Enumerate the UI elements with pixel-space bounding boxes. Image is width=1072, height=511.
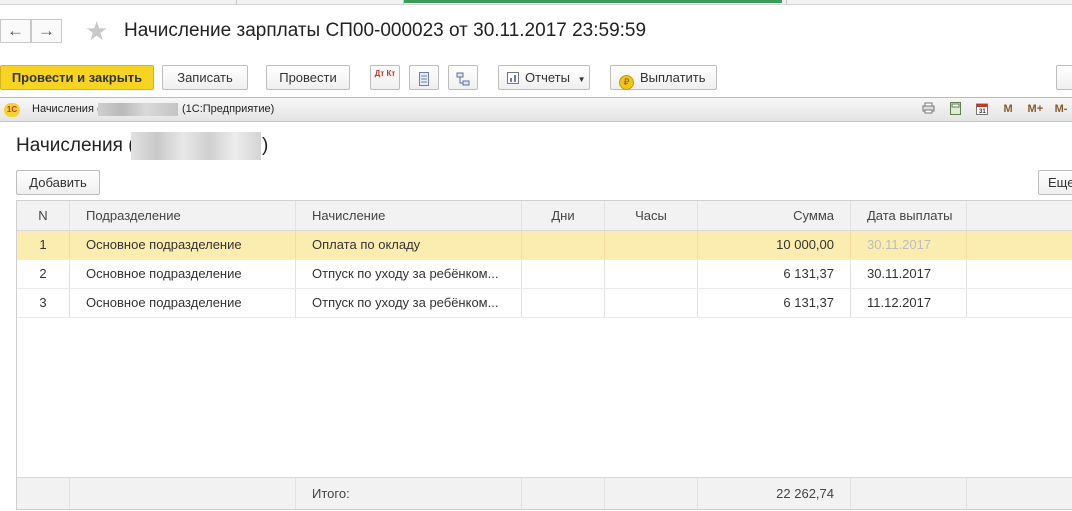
- window-toolbar-icons: 31 M M+ M-: [914, 102, 1068, 118]
- cell-department[interactable]: Основное подразделение: [70, 260, 296, 288]
- accruals-table: N Подразделение Начисление Дни Часы Сумм…: [16, 200, 1072, 510]
- register-records-button[interactable]: [409, 65, 439, 90]
- reports-label: Отчеты: [525, 70, 570, 85]
- table-header: N Подразделение Начисление Дни Часы Сумм…: [17, 201, 1072, 231]
- footer-cell: [605, 478, 698, 509]
- cell-amount[interactable]: 6 131,37: [698, 289, 851, 317]
- add-button[interactable]: Добавить: [16, 170, 100, 195]
- tab-separator: [236, 0, 237, 5]
- cell-empty: [967, 289, 1072, 317]
- document-window: ← → ★ Начисление зарплаты СП00-000023 от…: [0, 0, 1072, 511]
- footer-cell: [70, 478, 296, 509]
- back-arrow-icon: ←: [7, 21, 24, 40]
- column-header-department[interactable]: Подразделение: [70, 201, 296, 230]
- cell-days[interactable]: [522, 231, 605, 259]
- memory-m-icon[interactable]: M: [1001, 102, 1015, 116]
- window-header: 1С Начисления ( (1С:Предприятие) 31 M M+…: [0, 98, 1072, 122]
- table-footer: Итого: 22 262,74: [17, 477, 1072, 509]
- table-row[interactable]: 2 Основное подразделение Отпуск по уходу…: [17, 260, 1072, 289]
- cell-pay-date[interactable]: 11.12.2017: [851, 289, 967, 317]
- footer-cell: [17, 478, 70, 509]
- footer-cell: [522, 478, 605, 509]
- post-and-close-button[interactable]: Провести и закрыть: [0, 65, 154, 90]
- print-icon[interactable]: [922, 102, 936, 116]
- cell-accrual[interactable]: Отпуск по уходу за ребёнком...: [296, 260, 522, 288]
- cell-empty: [967, 260, 1072, 288]
- form-title: Начисления (: [16, 135, 135, 157]
- column-header-accrual[interactable]: Начисление: [296, 201, 522, 230]
- svg-text:31: 31: [979, 109, 986, 115]
- calendar-icon[interactable]: 31: [975, 102, 989, 116]
- tab-strip: [0, 0, 1072, 5]
- chevron-down-icon: ▼: [577, 75, 586, 84]
- footer-total-amount: 22 262,74: [698, 478, 851, 509]
- footer-total-label: Итого:: [296, 478, 522, 509]
- pay-label: Выплатить: [640, 70, 706, 85]
- table-row[interactable]: 3 Основное подразделение Отпуск по уходу…: [17, 289, 1072, 318]
- column-header-amount[interactable]: Сумма: [698, 201, 851, 230]
- cell-amount[interactable]: 6 131,37: [698, 260, 851, 288]
- pay-button[interactable]: ₽ Выплатить: [610, 65, 717, 90]
- cell-n: 2: [17, 260, 70, 288]
- column-header-days[interactable]: Дни: [522, 201, 605, 230]
- cell-hours[interactable]: [605, 289, 698, 317]
- cell-days[interactable]: [522, 289, 605, 317]
- cell-hours[interactable]: [605, 231, 698, 259]
- dtkt-postings-button[interactable]: Дт Кт: [370, 65, 400, 90]
- active-tab-indicator[interactable]: [404, 0, 782, 3]
- cell-accrual[interactable]: Отпуск по уходу за ребёнком...: [296, 289, 522, 317]
- cell-pay-date[interactable]: 30.11.2017: [851, 231, 967, 259]
- window-app-name: (1С:Предприятие): [182, 103, 275, 115]
- column-header-pay-date[interactable]: Дата выплаты: [851, 201, 967, 230]
- cell-days[interactable]: [522, 260, 605, 288]
- cell-pay-date[interactable]: 30.11.2017: [851, 260, 967, 288]
- save-button[interactable]: Записать: [162, 65, 248, 90]
- hierarchy-icon: [456, 72, 470, 86]
- reports-dropdown-button[interactable]: Отчеты ▼: [498, 65, 590, 90]
- tab-separator: [786, 0, 787, 5]
- 1c-logo-icon: 1С: [4, 103, 20, 117]
- report-icon: [507, 72, 519, 84]
- memory-plus-icon[interactable]: M+: [1028, 102, 1044, 116]
- accruals-window: 1С Начисления ( (1С:Предприятие) 31 M M+…: [0, 97, 1072, 511]
- form-title-text: Начисления (: [16, 135, 135, 156]
- redacted-employee-name: [131, 132, 261, 160]
- cell-department[interactable]: Основное подразделение: [70, 231, 296, 259]
- form-title-suffix: ): [262, 135, 269, 156]
- more-button[interactable]: Еще: [1038, 170, 1072, 195]
- window-title: Начисления (: [32, 103, 101, 115]
- forward-button[interactable]: →: [31, 19, 62, 43]
- cell-n: 3: [17, 289, 70, 317]
- table-row[interactable]: 1 Основное подразделение Оплата по оклад…: [17, 231, 1072, 260]
- column-header-n[interactable]: N: [17, 201, 70, 230]
- favorite-star-icon[interactable]: ★: [85, 17, 108, 45]
- cell-hours[interactable]: [605, 260, 698, 288]
- memory-minus-icon[interactable]: M-: [1054, 102, 1068, 116]
- column-header-hours[interactable]: Часы: [605, 201, 698, 230]
- footer-cell: [851, 478, 967, 509]
- redacted-name: [98, 103, 178, 116]
- cell-n: 1: [17, 231, 70, 259]
- dtkt-icon: Дт Кт: [374, 69, 396, 78]
- cell-empty: [967, 231, 1072, 259]
- calculator-icon[interactable]: [948, 102, 962, 116]
- column-header-empty: [967, 201, 1072, 230]
- forward-arrow-icon: →: [38, 21, 55, 40]
- coin-icon: ₽: [619, 75, 634, 90]
- footer-cell: [967, 478, 1072, 509]
- document-title: Начисление зарплаты СП00-000023 от 30.11…: [124, 20, 647, 41]
- post-button[interactable]: Провести: [266, 65, 350, 90]
- cell-accrual[interactable]: Оплата по окладу: [296, 231, 522, 259]
- cell-amount[interactable]: 10 000,00: [698, 231, 851, 259]
- structure-button[interactable]: [448, 65, 478, 90]
- back-button[interactable]: ←: [0, 19, 31, 43]
- cell-department[interactable]: Основное подразделение: [70, 289, 296, 317]
- toolbar-overflow-button[interactable]: [1056, 65, 1072, 90]
- list-icon: [419, 71, 429, 86]
